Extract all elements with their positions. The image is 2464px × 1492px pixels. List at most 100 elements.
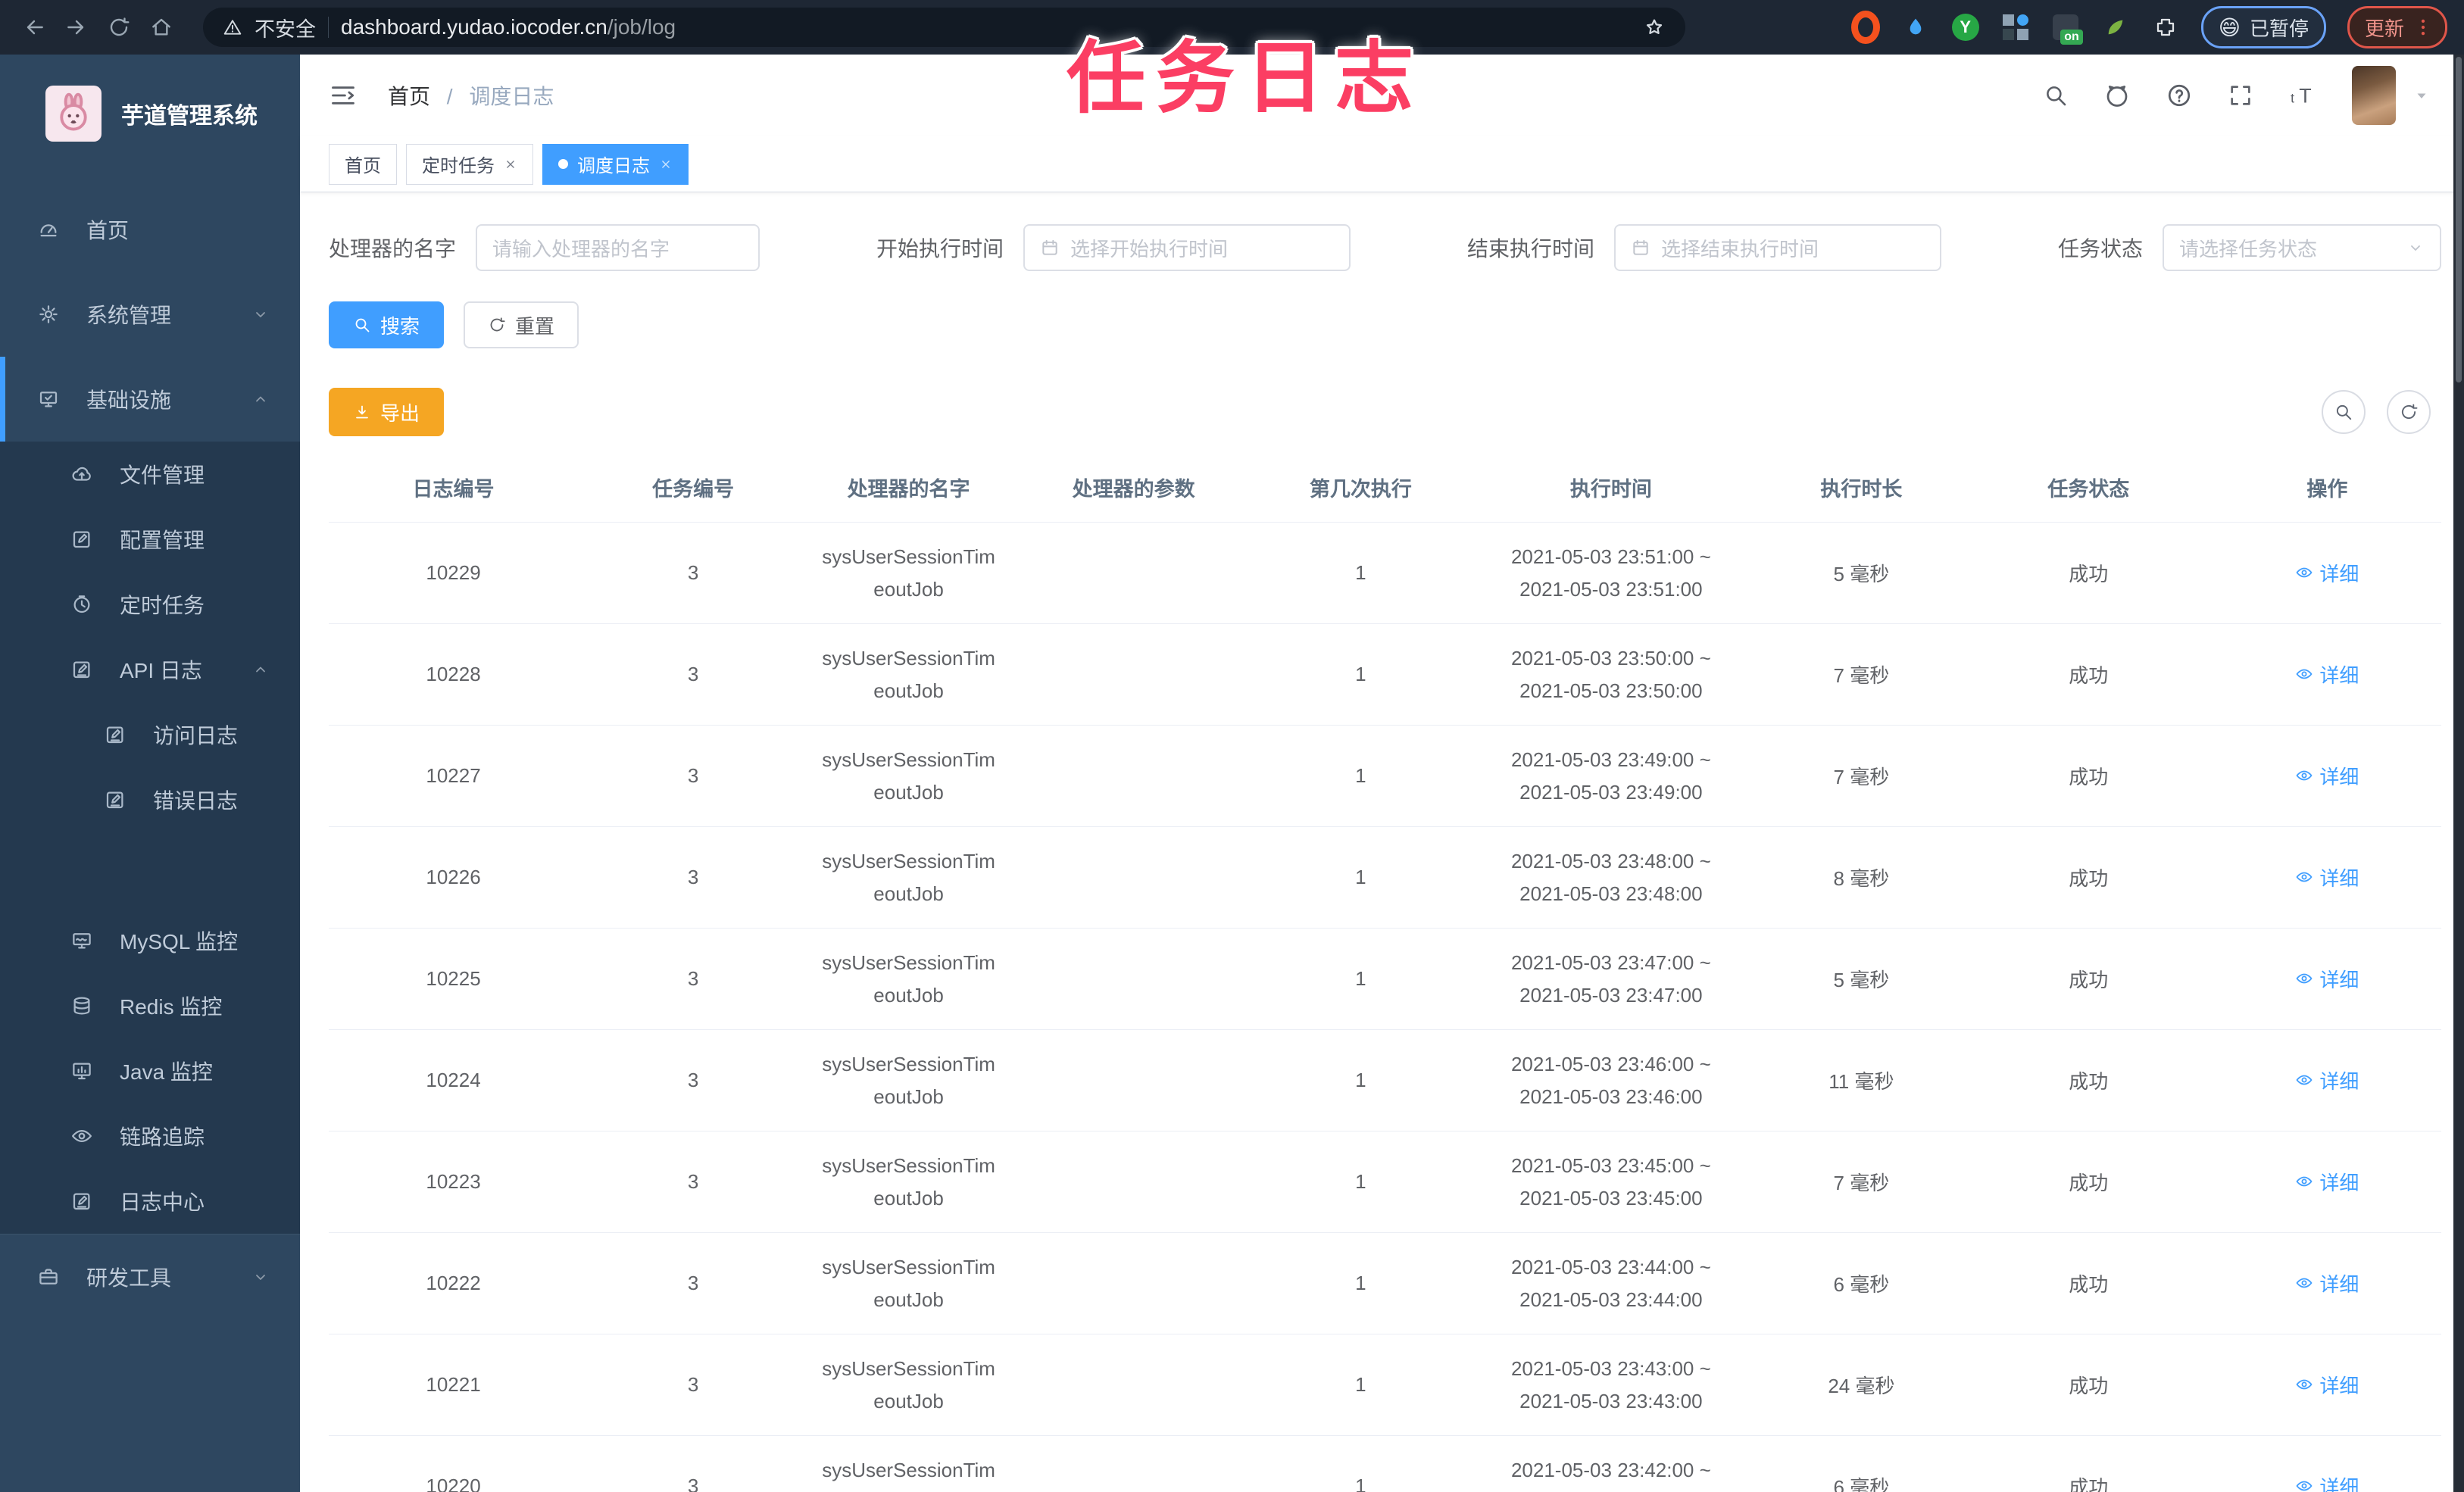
sidebar-item-file-mgmt[interactable]: 文件管理 [0, 442, 300, 507]
update-button[interactable]: 更新 [2347, 6, 2447, 48]
detail-link[interactable]: 详细 [2295, 660, 2359, 688]
cell-task-id: 3 [578, 1435, 809, 1492]
detail-link[interactable]: 详细 [2295, 1168, 2359, 1196]
toggle-search-circle-button[interactable] [2322, 390, 2366, 434]
detail-link[interactable]: 详细 [2295, 1371, 2359, 1399]
detail-link[interactable]: 详细 [2295, 965, 2359, 993]
select-chevron-down-icon [2406, 239, 2425, 257]
cell-handler: sysUserSessionTimeoutJob [808, 1131, 1010, 1233]
sidebar-item-api-logs[interactable]: API 日志 [0, 637, 300, 702]
sidebar-logo[interactable]: 芋道管理系统 [0, 55, 300, 172]
ext-leaf-icon[interactable] [2101, 13, 2130, 42]
tab-job-log[interactable]: 调度日志 [542, 143, 689, 185]
task-status-select[interactable]: 请选择任务状态 [2162, 224, 2441, 271]
column-header: 第几次执行 [1258, 453, 1463, 523]
sidebar-item-dev-tools[interactable]: 研发工具 [0, 1234, 300, 1319]
begin-time-input[interactable]: 选择开始执行时间 [1023, 224, 1351, 271]
mysql-icon [73, 933, 91, 949]
cell-param [1009, 1029, 1259, 1131]
table-row: 10224 3 sysUserSessionTim eoutJob 1 2021-05-0… [329, 1029, 2441, 1131]
paused-badge[interactable]: 😄 已暂停 [2200, 6, 2326, 48]
help-icon[interactable] [2166, 82, 2193, 109]
cell-log-id: 10222 [329, 1232, 579, 1334]
ext-on-badge-icon[interactable]: on [2051, 13, 2083, 45]
cell-duration: 7 毫秒 [1759, 623, 1964, 726]
ext-blue-drop-icon[interactable] [1901, 13, 1930, 42]
cell-time: 2021-05-03 23:42:00 ~2021-05-03 23:42:00 [1463, 1435, 1760, 1492]
detail-link[interactable]: 详细 [2295, 1066, 2359, 1094]
sidebar-item-scheduled-tasks[interactable]: 定时任务 [0, 572, 300, 637]
table-tools [2322, 390, 2441, 434]
table-row: 10227 3 sysUserSessionTim eoutJob 1 2021-05-0… [329, 725, 2441, 827]
detail-link[interactable]: 详细 [2295, 1269, 2359, 1297]
cell-log-id: 10221 [329, 1334, 579, 1436]
detail-link[interactable]: 详细 [2295, 762, 2359, 790]
tab-home[interactable]: 首页 [329, 143, 397, 185]
cell-handler: sysUserSessionTimeoutJob [808, 1232, 1010, 1334]
scrollbar-thumb[interactable] [2456, 57, 2462, 382]
column-header: 任务状态 [1963, 453, 2213, 523]
cell-count: 1 [1258, 522, 1463, 624]
reload-icon[interactable] [101, 10, 136, 45]
font-size-icon[interactable]: tT [2288, 81, 2317, 110]
cell-action: 详细 [2213, 1435, 2441, 1492]
home-icon[interactable] [144, 10, 179, 45]
sidebar-item-mysql-monitor[interactable]: MySQL 监控 [0, 908, 300, 973]
ext-squares-icon[interactable] [2001, 13, 2030, 42]
app-logo-bunny-icon [45, 85, 101, 142]
reset-button[interactable]: 重置 [464, 301, 579, 348]
address-bar[interactable]: 不安全 dashboard.yudao.iocoder.cn/job/log [203, 8, 1685, 47]
forward-icon[interactable] [59, 10, 94, 45]
detail-link[interactable]: 详细 [2295, 1472, 2359, 1492]
cell-status: 成功 [1963, 1435, 2213, 1492]
fullscreen-icon[interactable] [2228, 83, 2253, 108]
tab-close-icon[interactable] [504, 158, 517, 171]
handler-name-input[interactable]: 请输入处理器的名字 [476, 224, 760, 271]
export-button[interactable]: 导出 [329, 388, 445, 436]
cell-action: 详细 [2213, 1334, 2441, 1436]
back-icon[interactable] [17, 10, 52, 45]
cell-count: 1 [1258, 1232, 1463, 1334]
end-time-input[interactable]: 选择结束执行时间 [1613, 224, 1941, 271]
ext-green-circle-icon[interactable]: Y [1951, 13, 1980, 42]
cell-handler: sysUserSessionTimeoutJob [808, 928, 1010, 1030]
ext-orange-ring-icon[interactable] [1850, 11, 1880, 44]
extensions-puzzle-icon[interactable] [2151, 13, 2180, 42]
sidebar-item-java-monitor[interactable]: Java 监控 [0, 1038, 300, 1103]
placeholder-text: 选择开始执行时间 [1070, 237, 1229, 261]
view-eye-icon [2296, 1481, 2313, 1491]
search-button[interactable]: 搜索 [329, 301, 445, 348]
chevron-up-icon [256, 396, 265, 402]
sidebar-item-system-mgmt[interactable]: 系统管理 [0, 272, 300, 357]
browser-menu-kebab-icon[interactable] [2412, 16, 2434, 39]
filter-label: 结束执行时间 [1466, 237, 1594, 261]
detail-link[interactable]: 详细 [2295, 863, 2359, 891]
security-label: 不安全 [255, 17, 316, 41]
cell-param [1009, 1435, 1259, 1492]
sidebar-item-error-logs[interactable]: 错误日志 [0, 767, 300, 832]
sidebar-item-infrastructure[interactable]: 基础设施 [0, 357, 300, 442]
sidebar-item-redis-monitor[interactable]: Redis 监控 [0, 973, 300, 1038]
detail-link[interactable]: 详细 [2295, 559, 2359, 587]
sidebar-item-access-logs[interactable]: 访问日志 [0, 702, 300, 767]
cell-task-id: 3 [578, 1029, 809, 1131]
sidebar-item-trace[interactable]: 链路追踪 [0, 1103, 300, 1169]
hamburger-icon[interactable] [329, 81, 358, 110]
close-x-icon [662, 160, 670, 168]
sidebar-item-home[interactable]: 首页 [0, 187, 300, 272]
github-icon[interactable] [2103, 82, 2131, 109]
back-icon-glyph [27, 20, 43, 35]
breadcrumb-home[interactable]: 首页 [388, 85, 430, 108]
avatar[interactable] [2352, 66, 2396, 125]
sidebar-item-config-mgmt[interactable]: 配置管理 [0, 507, 300, 572]
browser-menu-kebab-icon-glyph [2421, 19, 2425, 36]
tab-close-icon[interactable] [659, 158, 673, 171]
sidebar-item-log-center[interactable]: 日志中心 [0, 1169, 300, 1234]
bookmark-star-icon[interactable] [1643, 16, 1666, 39]
search-icon[interactable] [2043, 83, 2069, 108]
tab-scheduled-tasks[interactable]: 定时任务 [406, 143, 533, 185]
view-eye-icon [2296, 1176, 2313, 1187]
avatar-caret-down-icon[interactable] [2412, 86, 2431, 105]
submenu-gap [0, 832, 300, 908]
refresh-circle-button[interactable] [2387, 390, 2431, 434]
